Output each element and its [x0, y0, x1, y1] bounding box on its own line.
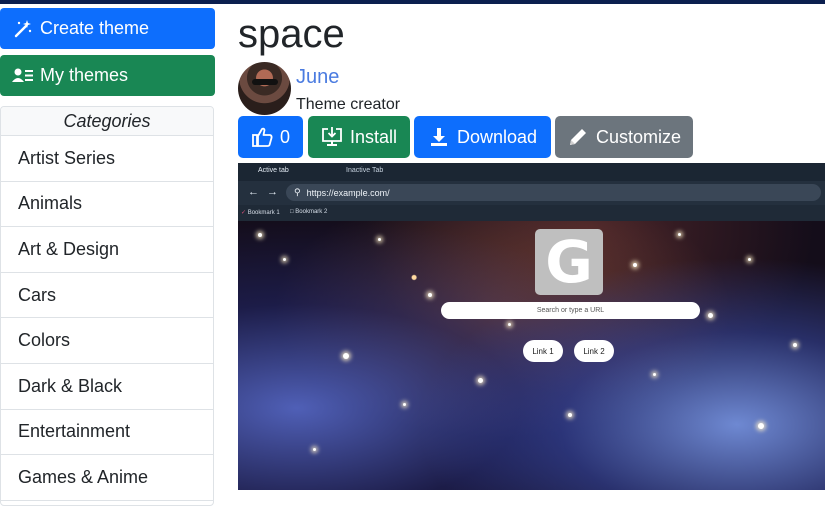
thumbs-up-icon: [251, 126, 273, 148]
star: [748, 258, 751, 261]
star: [633, 263, 637, 267]
download-icon: [428, 126, 450, 148]
customize-button[interactable]: Customize: [555, 116, 693, 158]
tab-active: Active tab: [258, 167, 289, 174]
theme-preview: Active tab Inactive Tab ← → ⚲ https://ex…: [238, 163, 825, 490]
address-bar: ⚲ https://example.com/: [286, 184, 821, 201]
star: [283, 258, 286, 261]
customize-label: Customize: [595, 126, 682, 147]
monitor-download-icon: [321, 126, 343, 148]
bookmark-label: Bookmark 1: [247, 210, 280, 216]
download-label: Download: [456, 126, 538, 147]
star: [313, 448, 316, 451]
ntp-search-bar: Search or type a URL: [441, 302, 700, 319]
star: [758, 423, 764, 429]
star: [428, 293, 432, 297]
theme-title: space: [238, 12, 345, 56]
star: [403, 403, 406, 406]
category-item[interactable]: Colors: [1, 318, 213, 364]
star: [378, 238, 381, 241]
address-url: https://example.com/: [306, 187, 390, 198]
ntp-logo: G: [545, 228, 593, 296]
create-theme-button[interactable]: Create theme: [0, 8, 215, 49]
ntp-link-1: Link 1: [523, 340, 563, 362]
star: [793, 343, 797, 347]
author-role: Theme creator: [296, 96, 401, 113]
bookmark-label: Bookmark 2: [295, 209, 328, 215]
star: [653, 373, 656, 376]
category-item[interactable]: Games & Anime: [1, 455, 213, 501]
install-button[interactable]: Install: [308, 116, 410, 158]
bookmark-item: □ Bookmark 2: [290, 209, 327, 215]
pencil-icon: [567, 126, 589, 148]
star: [508, 323, 511, 326]
ntp-logo-tile: G: [535, 229, 603, 295]
star: [258, 233, 262, 237]
star: [478, 378, 483, 383]
categories-panel: Categories Artist Series Animals Art & D…: [0, 106, 214, 506]
bookmark-icon: ✓: [241, 210, 247, 216]
star: [678, 233, 681, 236]
category-item[interactable]: Entertainment: [1, 409, 213, 456]
tab-inactive: Inactive Tab: [346, 167, 384, 174]
folder-icon: □: [290, 209, 294, 215]
like-button[interactable]: 0: [238, 116, 303, 158]
search-icon: ⚲: [294, 187, 301, 197]
ntp-link-2: Link 2: [574, 340, 614, 362]
category-item[interactable]: Animals: [1, 181, 213, 228]
create-theme-label: Create theme: [40, 18, 150, 38]
browser-tab-bar: Active tab Inactive Tab: [238, 163, 825, 181]
back-arrow-icon: ←: [248, 186, 259, 198]
my-themes-label: My themes: [40, 65, 129, 85]
star: [708, 313, 713, 318]
categories-heading: Categories: [1, 107, 213, 136]
star: [343, 353, 349, 359]
author-link[interactable]: June: [296, 66, 339, 89]
bookmarks-bar: ✓ Bookmark 1 □ Bookmark 2: [238, 205, 825, 221]
person-list-icon: [12, 65, 34, 87]
star: [568, 413, 572, 417]
category-item[interactable]: Dark & Black: [1, 363, 213, 410]
like-count: 0: [279, 126, 290, 147]
category-item[interactable]: Art & Design: [1, 227, 213, 273]
forward-arrow-icon: →: [267, 186, 278, 198]
category-item[interactable]: Cars: [1, 272, 213, 319]
top-accent-bar: [0, 0, 825, 4]
download-button[interactable]: Download: [414, 116, 551, 158]
category-item[interactable]: Artist Series: [1, 136, 213, 182]
browser-nav-bar: ← → ⚲ https://example.com/: [238, 181, 825, 205]
avatar[interactable]: [238, 62, 291, 115]
avatar-glasses: [252, 79, 278, 85]
bookmark-item: ✓ Bookmark 1: [241, 209, 280, 216]
magic-wand-icon: [12, 18, 34, 40]
install-label: Install: [349, 126, 398, 147]
my-themes-button[interactable]: My themes: [0, 55, 215, 96]
